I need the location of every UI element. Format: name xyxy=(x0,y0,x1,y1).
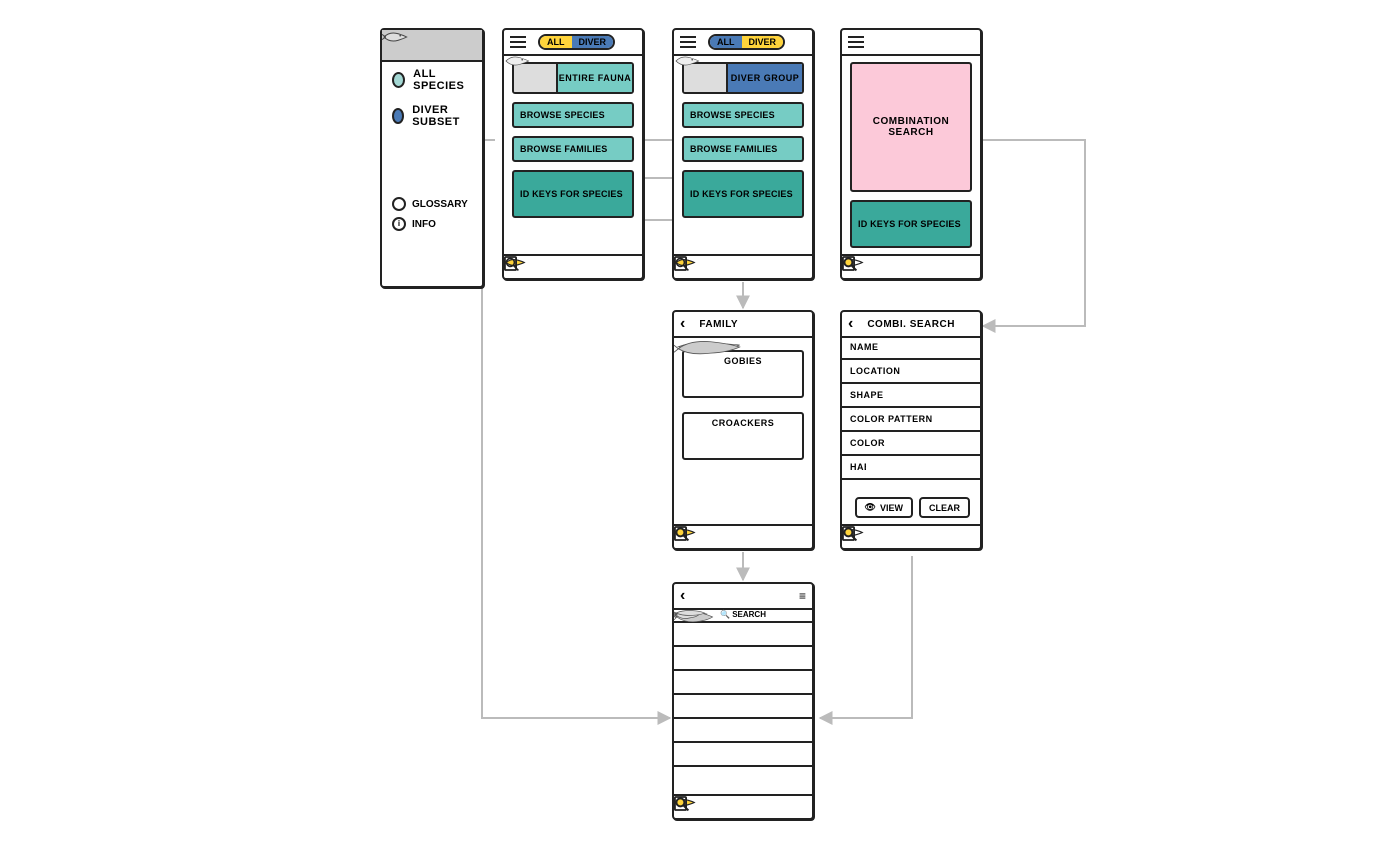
toggle-all[interactable]: ALL xyxy=(710,36,742,48)
tabbar xyxy=(674,794,812,818)
tabbar xyxy=(504,254,642,278)
species-row[interactable] xyxy=(674,623,812,647)
filter-habitat[interactable]: HABITAT xyxy=(842,454,980,480)
toggle-all[interactable]: ALL xyxy=(540,36,572,48)
fish-icon xyxy=(688,428,798,454)
tabbar xyxy=(842,254,980,278)
family-card-label: CROACKERS xyxy=(688,418,798,428)
info-icon: i xyxy=(392,217,406,231)
fish-icon xyxy=(382,30,408,44)
combination-search-card[interactable]: COMBINATION SEARCH xyxy=(850,62,972,192)
back-icon[interactable]: ‹ xyxy=(680,587,685,605)
combination-search-label: COMBINATION SEARCH xyxy=(852,116,970,138)
sort-icon[interactable]: ≡ xyxy=(799,589,806,603)
radio-icon xyxy=(392,108,404,124)
filter-habitat-label: HABITAT xyxy=(850,462,866,472)
menu-icon[interactable] xyxy=(510,36,526,48)
family-card-label: GOBIES xyxy=(688,356,798,366)
combi-header: COMBI. SEARCH xyxy=(867,319,955,330)
clear-button[interactable]: CLEAR xyxy=(919,497,970,518)
combi-detail-screen: ‹ COMBI. SEARCH NAME LOCATION SHAPE COLO… xyxy=(840,310,982,550)
family-header: FAMILY xyxy=(699,319,738,330)
search-bar[interactable]: 🔍 SEARCH xyxy=(674,608,812,623)
tabbar xyxy=(674,254,812,278)
browse-species-button[interactable]: BROWSE SPECIES xyxy=(512,102,634,128)
species-row[interactable] xyxy=(674,695,812,719)
tabbar xyxy=(842,524,980,548)
toggle-diver[interactable]: DIVER xyxy=(572,36,614,48)
tabbar xyxy=(674,524,812,548)
banner-entire-label: ENTIRE FAUNA xyxy=(558,64,632,92)
all-diver-toggle[interactable]: ALL DIVER xyxy=(708,34,785,50)
banner-entire-fauna: ENTIRE FAUNA xyxy=(512,62,634,94)
combi-home-screen: COMBINATION SEARCH ID KEYS FOR SPECIES xyxy=(840,28,982,280)
drawer-glossary-label: GLOSSARY xyxy=(412,199,468,210)
toggle-diver[interactable]: DIVER xyxy=(742,36,784,48)
drawer-opt-all-label: ALL SPECIES xyxy=(413,68,472,92)
home-all-screen: ALL DIVER ENTIRE FAUNA BROWSE SPECIES BR… xyxy=(502,28,644,280)
filter-colorpat[interactable]: COLOR PATTERN xyxy=(842,406,980,430)
filter-location[interactable]: LOCATION xyxy=(842,358,980,382)
drawer-opt-diver-label: DIVER SUBSET xyxy=(412,104,472,128)
drawer-info-label: INFO xyxy=(412,219,436,230)
circle-icon xyxy=(392,197,406,211)
all-diver-toggle[interactable]: ALL DIVER xyxy=(538,34,615,50)
species-row[interactable] xyxy=(674,743,812,767)
fish-icon xyxy=(514,64,558,92)
drawer-opt-diver[interactable]: DIVER SUBSET xyxy=(382,98,482,134)
species-list-screen: ‹ ≡ 🔍 SEARCH xyxy=(672,582,814,820)
species-row[interactable] xyxy=(674,719,812,743)
browse-families-button[interactable]: BROWSE FAMILIES xyxy=(682,136,804,162)
fish-icon xyxy=(688,366,798,392)
id-keys-button[interactable]: ID KEYS FOR SPECIES xyxy=(850,200,972,248)
species-row[interactable] xyxy=(674,647,812,671)
drawer-opt-all[interactable]: ALL SPECIES xyxy=(382,62,482,98)
view-button-label: VIEW xyxy=(880,503,903,513)
view-button[interactable]: 👁 VIEW xyxy=(855,497,913,518)
back-icon[interactable]: ‹ xyxy=(680,315,685,333)
banner-diver-label: DIVER GROUP xyxy=(728,64,802,92)
menu-icon[interactable] xyxy=(680,36,696,48)
drawer-logo-bar xyxy=(382,30,482,62)
menu-icon[interactable] xyxy=(848,36,864,48)
fish-icon xyxy=(684,64,728,92)
browse-species-button[interactable]: BROWSE SPECIES xyxy=(682,102,804,128)
radio-icon xyxy=(392,72,405,88)
filter-shape[interactable]: SHAPE xyxy=(842,382,980,406)
filter-color[interactable]: COLOR xyxy=(842,430,980,454)
filter-name[interactable]: NAME xyxy=(842,336,980,358)
id-keys-button[interactable]: ID KEYS FOR SPECIES xyxy=(682,170,804,218)
browse-families-button[interactable]: BROWSE FAMILIES xyxy=(512,136,634,162)
search-icon: 🔍 xyxy=(720,610,730,619)
family-screen: ‹ FAMILY GOBIES CROACKERS xyxy=(672,310,814,550)
family-card-croackers[interactable]: CROACKERS xyxy=(682,412,804,460)
drawer-glossary[interactable]: GLOSSARY xyxy=(382,194,482,214)
species-row[interactable] xyxy=(674,671,812,695)
drawer-screen: ALL SPECIES DIVER SUBSET GLOSSARY i INFO xyxy=(380,28,484,288)
family-card-gobies[interactable]: GOBIES xyxy=(682,350,804,398)
search-placeholder: SEARCH xyxy=(732,610,766,619)
drawer-info[interactable]: i INFO xyxy=(382,214,482,234)
eye-icon: 👁 xyxy=(865,502,876,513)
back-icon[interactable]: ‹ xyxy=(848,315,853,333)
id-keys-button[interactable]: ID KEYS FOR SPECIES xyxy=(512,170,634,218)
banner-diver-group: DIVER GROUP xyxy=(682,62,804,94)
home-diver-screen: ALL DIVER DIVER GROUP BROWSE SPECIES BRO… xyxy=(672,28,814,280)
